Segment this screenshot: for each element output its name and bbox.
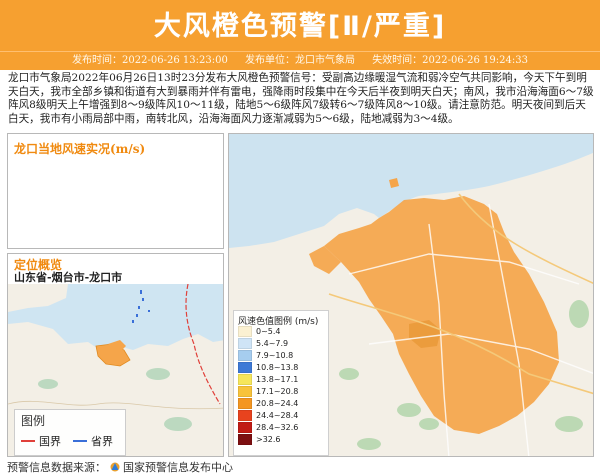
wind-legend-item: 7.9~10.8 <box>238 350 293 361</box>
wind-legend-item: 24.4~28.4 <box>238 410 298 421</box>
color-swatch <box>238 350 252 361</box>
wind-legend-label: >32.6 <box>256 435 281 444</box>
wind-legend-label: 5.4~7.9 <box>256 339 289 348</box>
data-source-footer: 预警信息数据来源： 国家预警信息发布中心 <box>7 459 233 475</box>
wind-legend-item: 13.8~17.1 <box>238 374 298 385</box>
color-swatch <box>238 374 252 385</box>
warning-title: 大风橙色预警[Ⅱ/严重] <box>153 11 447 42</box>
wind-legend-item: 10.8~13.8 <box>238 362 298 373</box>
wind-legend-item: >32.6 <box>238 434 281 445</box>
publisher: 发布单位：龙口市气象局 <box>245 55 355 66</box>
wind-legend-item: 5.4~7.9 <box>238 338 288 349</box>
overview-legend-title: 图例 <box>21 414 46 428</box>
color-swatch <box>238 422 252 433</box>
warning-description: 龙口市气象局2022年06月26日13时23分发布大风橙色预警信号：受副高边缘暖… <box>8 72 594 125</box>
warning-banner: 大风橙色预警[Ⅱ/严重] <box>0 0 600 51</box>
border-line-swatch <box>21 440 35 442</box>
footer-prefix: 预警信息数据来源： <box>7 461 106 474</box>
color-swatch <box>238 434 252 445</box>
warning-meta: 发布时间：2022-06-26 13:23:00 发布单位：龙口市气象局 失效时… <box>0 51 600 70</box>
wind-panel-title: 龙口当地风速实况(m/s) <box>14 142 146 156</box>
wind-legend-item: 28.4~32.6 <box>238 422 298 433</box>
wind-legend-item: 20.8~24.4 <box>238 398 298 409</box>
wind-legend-label: 10.8~13.8 <box>256 363 299 372</box>
color-swatch <box>238 386 252 397</box>
wind-color-legend: 风速色值图例 (m/s) 0~5.4 5.4~7.9 7.9~10.8 10.8… <box>233 310 329 456</box>
location-path: 山东省-烟台市-龙口市 <box>14 271 123 284</box>
color-swatch <box>238 362 252 373</box>
wind-legend-label: 24.4~28.4 <box>256 411 299 420</box>
wind-legend-label: 13.8~17.1 <box>256 375 299 384</box>
wind-legend-label: 28.4~32.6 <box>256 423 299 432</box>
province-line-swatch <box>73 440 87 442</box>
color-swatch <box>238 398 252 409</box>
legend-item-province: 省界 <box>73 433 113 449</box>
location-panel: 定位概览 山东省-烟台市-龙口市 图例 国界 省界 <box>7 253 224 457</box>
legend-item-label: 省界 <box>91 435 113 448</box>
expire-time: 失效时间：2022-06-26 19:24:33 <box>372 55 528 66</box>
warning-map-panel: 风速色值图例 (m/s) 0~5.4 5.4~7.9 7.9~10.8 10.8… <box>228 133 594 457</box>
publish-time: 发布时间：2022-06-26 13:23:00 <box>72 55 228 66</box>
wind-legend-item: 17.1~20.8 <box>238 386 298 397</box>
wind-legend-label: 7.9~10.8 <box>256 351 294 360</box>
wind-legend-label: 0~5.4 <box>256 327 281 336</box>
legend-item-label: 国界 <box>39 435 61 448</box>
legend-item-border: 国界 <box>21 433 61 449</box>
color-swatch <box>238 338 252 349</box>
wind-legend-label: 20.8~24.4 <box>256 399 299 408</box>
wind-speed-panel: 龙口当地风速实况(m/s) <box>7 133 224 249</box>
color-swatch <box>238 410 252 421</box>
wind-legend-label: 17.1~20.8 <box>256 387 299 396</box>
data-source-link[interactable]: 国家预警信息发布中心 <box>123 461 233 474</box>
color-swatch <box>238 326 252 337</box>
overview-legend: 图例 国界 省界 <box>14 409 126 456</box>
wind-legend-item: 0~5.4 <box>238 326 281 337</box>
